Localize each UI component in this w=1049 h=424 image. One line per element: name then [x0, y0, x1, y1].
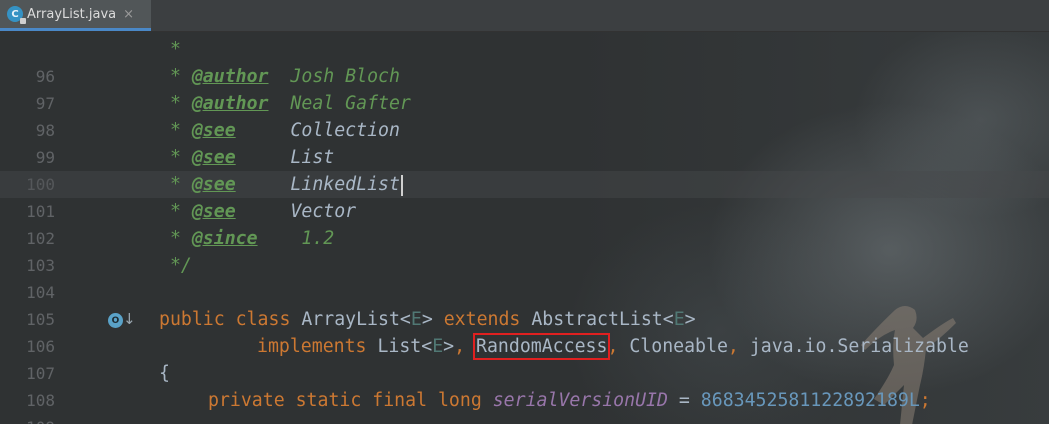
- javadoc-value: Neal Gafter: [290, 93, 411, 114]
- comment-text: *: [159, 120, 192, 141]
- field-name[interactable]: serialVersionUID: [493, 390, 668, 411]
- punct: <: [421, 336, 433, 357]
- comment-text: [236, 147, 291, 168]
- punct: >: [443, 336, 455, 357]
- keyword: long: [437, 390, 482, 411]
- code-line: 105: [0, 279, 1049, 329]
- operator: =: [667, 390, 701, 411]
- arrow-down-icon: ↓: [123, 310, 136, 328]
- code-line: 96 *: [0, 36, 1049, 86]
- editor-tab-bar: C ArrayList.java ×: [0, 0, 1049, 32]
- keyword: static: [295, 390, 362, 411]
- separator: ,: [607, 336, 630, 357]
- code-editor[interactable]: 96 * 97 * @author Josh Bloch 98 * @autho…: [0, 31, 1049, 424]
- number-literal: 8683452581122892189L: [700, 390, 920, 411]
- javadoc-link[interactable]: List: [290, 147, 334, 168]
- semicolon: ;: [919, 390, 931, 411]
- javadoc-value: Josh Bloch: [290, 66, 400, 87]
- comment-text: [236, 201, 291, 222]
- interface-name[interactable]: List: [377, 336, 421, 357]
- comment-text: [236, 120, 291, 141]
- javadoc-tag: @see: [191, 201, 236, 222]
- keyword: implements: [257, 336, 367, 357]
- code-line: 107 implements List<E>, RandomAccess, Cl…: [0, 333, 1049, 383]
- keyword: public: [159, 309, 225, 330]
- separator: ,: [454, 336, 477, 357]
- superclass-name[interactable]: AbstractList: [531, 309, 662, 330]
- comment-text: *: [159, 201, 192, 222]
- comment-text: *: [159, 174, 192, 195]
- code-line: 97 * @author Josh Bloch: [0, 63, 1049, 113]
- comment-text: *: [159, 228, 192, 249]
- type-param: E: [673, 309, 685, 330]
- comment-text: [258, 228, 302, 249]
- code-line: 109 private static final long serialVers…: [0, 387, 1049, 424]
- comment-text: *: [159, 39, 181, 60]
- comment-text: [269, 66, 291, 87]
- ide-window: C ArrayList.java × 96 * 97 * @author Jos…: [0, 0, 1049, 424]
- javadoc-tag: @author: [191, 93, 269, 114]
- code-line: 98 * @author Neal Gafter: [0, 90, 1049, 140]
- comment-text: *: [159, 93, 192, 114]
- java-class-icon: C: [7, 6, 26, 24]
- javadoc-tag: @author: [191, 66, 269, 87]
- code-line-current: 101 * @see LinkedList: [0, 171, 1049, 221]
- open-brace: {: [159, 363, 170, 384]
- interface-name-highlighted[interactable]: RandomAccess: [473, 333, 611, 360]
- punct: >: [421, 309, 433, 330]
- javadoc-link[interactable]: LinkedList: [290, 174, 400, 195]
- interface-name[interactable]: java.io.Serializable: [750, 336, 969, 357]
- code-line: 108 {: [0, 360, 1049, 410]
- code-line: 99 * @see Collection: [0, 117, 1049, 167]
- separator: ,: [727, 336, 750, 357]
- tab-label: ArrayList.java: [27, 6, 117, 22]
- javadoc-link[interactable]: Collection: [290, 120, 400, 141]
- punct: >: [684, 309, 696, 330]
- comment-text: [269, 93, 291, 114]
- javadoc-value: 1.2: [301, 228, 335, 249]
- code-line: 104 */: [0, 252, 1049, 302]
- keyword: extends: [443, 309, 521, 330]
- keyword: private: [208, 390, 285, 411]
- implements-override-icon[interactable]: O ↓: [108, 310, 136, 330]
- punct: <: [662, 309, 674, 330]
- keyword: class: [235, 309, 291, 330]
- keyword: final: [372, 390, 428, 411]
- punct: <: [399, 309, 411, 330]
- javadoc-tag: @see: [191, 174, 236, 195]
- comment-end: */: [159, 255, 192, 276]
- class-name[interactable]: ArrayList: [301, 309, 400, 330]
- javadoc-tag: @since: [191, 228, 258, 249]
- close-icon[interactable]: ×: [123, 7, 134, 22]
- comment-text: *: [159, 147, 192, 168]
- code-line: 100 * @see List: [0, 144, 1049, 194]
- interface-marker-icon: O: [108, 313, 123, 328]
- code-line: 106 public class ArrayList<E> extends Ab…: [0, 306, 1049, 356]
- text-caret: [400, 174, 403, 196]
- type-param: E: [410, 309, 422, 330]
- javadoc-tag: @see: [191, 120, 236, 141]
- comment-text: *: [159, 66, 192, 87]
- line-number: 109: [0, 414, 55, 424]
- code-line: 102 * @see Vector: [0, 198, 1049, 248]
- code-line: 103 * @since 1.2: [0, 225, 1049, 275]
- tab-arraylist-java[interactable]: C ArrayList.java ×: [0, 0, 151, 31]
- javadoc-link[interactable]: Vector: [290, 201, 356, 222]
- type-param: E: [432, 336, 444, 357]
- javadoc-tag: @see: [191, 147, 236, 168]
- interface-name[interactable]: Cloneable: [629, 336, 728, 357]
- comment-text: [236, 174, 291, 195]
